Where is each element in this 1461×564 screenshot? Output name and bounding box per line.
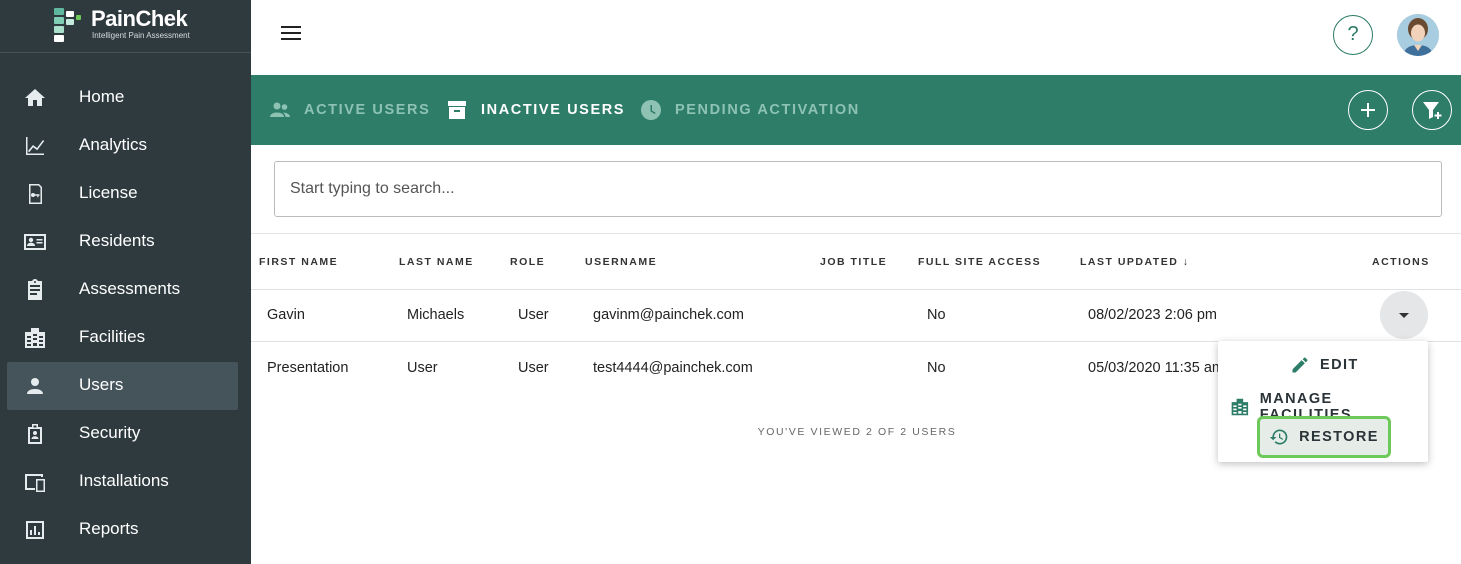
divider (251, 289, 1461, 290)
user-tabs-bar: ACTIVE USERS INACTIVE USERS PENDING ACTI… (251, 75, 1461, 145)
assessments-icon (23, 278, 47, 302)
reports-icon (23, 518, 47, 542)
tab-label: ACTIVE USERS (304, 102, 431, 118)
facilities-icon (1231, 398, 1249, 416)
column-header-username[interactable]: USERNAME (585, 256, 657, 268)
cell-first-name: Gavin (267, 307, 305, 323)
brand-name: PainChek (91, 6, 188, 31)
column-header-full-site-access[interactable]: FULL SITE ACCESS (918, 256, 1041, 268)
cell-role: User (518, 307, 549, 323)
menu-item-edit[interactable]: EDIT (1290, 355, 1359, 375)
help-button[interactable]: ? (1333, 15, 1373, 55)
sidebar-item-label: Users (79, 375, 124, 394)
restore-icon (1270, 429, 1288, 445)
sidebar-item-home[interactable]: Home (7, 74, 238, 122)
menu-toggle-icon[interactable] (281, 26, 301, 42)
user-avatar-icon (1397, 14, 1439, 56)
sidebar-item-label: Analytics (79, 135, 148, 154)
brand-tagline: Intelligent Pain Assessment (92, 31, 190, 40)
sidebar-item-license[interactable]: License (7, 170, 238, 218)
search-input[interactable] (274, 161, 1442, 217)
top-bar: ? (251, 0, 1461, 75)
row-actions-button[interactable] (1380, 291, 1428, 339)
menu-item-label: EDIT (1320, 357, 1359, 373)
cell-last-updated: 05/03/2020 11:35 am (1088, 360, 1224, 376)
sidebar-item-label: Assessments (79, 279, 181, 298)
license-icon (23, 182, 47, 206)
sidebar-item-security[interactable]: Security (7, 410, 238, 458)
sidebar-item-assessments[interactable]: Assessments (7, 266, 238, 314)
sidebar-item-label: License (79, 183, 138, 202)
menu-item-label: RESTORE (1299, 429, 1379, 445)
sidebar-item-label: Installations (79, 471, 169, 490)
users-icon (23, 374, 47, 398)
sidebar-item-residents[interactable]: Residents (7, 218, 238, 266)
column-header-job-title[interactable]: JOB TITLE (820, 256, 887, 268)
cell-last-updated: 08/02/2023 2:06 pm (1088, 307, 1217, 323)
facilities-icon (23, 326, 47, 350)
analytics-icon (23, 134, 47, 158)
cell-role: User (518, 360, 549, 376)
clock-icon (641, 100, 661, 120)
avatar[interactable] (1397, 14, 1439, 56)
people-icon (270, 102, 290, 117)
home-icon (23, 86, 47, 110)
sidebar-item-label: Residents (79, 231, 155, 250)
sidebar-item-users[interactable]: Users (7, 362, 238, 410)
column-header-role[interactable]: ROLE (510, 256, 545, 268)
cell-first-name: Presentation (267, 360, 349, 376)
tab-active-users[interactable]: ACTIVE USERS (268, 75, 430, 145)
column-header-actions: ACTIONS (1372, 256, 1430, 268)
installations-icon (23, 470, 47, 494)
filter-add-icon (1423, 102, 1442, 119)
sidebar-item-installations[interactable]: Installations (7, 458, 238, 506)
cell-last-name: User (407, 360, 438, 376)
tab-label: PENDING ACTIVATION (675, 102, 860, 118)
sidebar-item-facilities[interactable]: Facilities (7, 314, 238, 362)
sidebar: PainChek Intelligent Pain Assessment Hom… (0, 0, 251, 564)
filter-button[interactable] (1412, 90, 1452, 130)
painchek-logo-icon (54, 8, 81, 42)
sidebar-item-label: Security (79, 423, 141, 442)
cell-username: test4444@painchek.com (593, 360, 753, 376)
sidebar-item-reports[interactable]: Reports (7, 506, 238, 554)
sidebar-item-label: Facilities (79, 327, 146, 346)
column-header-last-name[interactable]: LAST NAME (399, 256, 474, 268)
tab-inactive-users[interactable]: INACTIVE USERS (445, 75, 625, 145)
cell-full-site-access: No (927, 307, 946, 323)
sidebar-nav: Home Analytics License Residents Assessm… (0, 74, 251, 554)
sidebar-item-analytics[interactable]: Analytics (7, 122, 238, 170)
column-header-last-updated[interactable]: LAST UPDATED ↓ (1080, 256, 1189, 268)
column-header-first-name[interactable]: FIRST NAME (259, 256, 338, 268)
sidebar-item-label: Reports (79, 519, 139, 538)
cell-username: gavinm@painchek.com (593, 307, 744, 323)
residents-icon (23, 230, 47, 254)
plus-icon (1361, 103, 1375, 117)
add-user-button[interactable] (1348, 90, 1388, 130)
cell-full-site-access: No (927, 360, 946, 376)
archive-icon (448, 101, 466, 119)
logo[interactable]: PainChek Intelligent Pain Assessment (0, 0, 251, 53)
pencil-icon (1292, 357, 1308, 373)
cell-last-name: Michaels (407, 307, 465, 323)
security-icon (23, 422, 47, 446)
caret-down-icon (1399, 313, 1409, 318)
divider (251, 233, 1461, 234)
tab-label: INACTIVE USERS (481, 102, 626, 118)
sidebar-item-label: Home (79, 87, 125, 106)
menu-item-restore[interactable]: RESTORE (1257, 416, 1391, 458)
tab-pending-activation[interactable]: PENDING ACTIVATION (639, 75, 860, 145)
